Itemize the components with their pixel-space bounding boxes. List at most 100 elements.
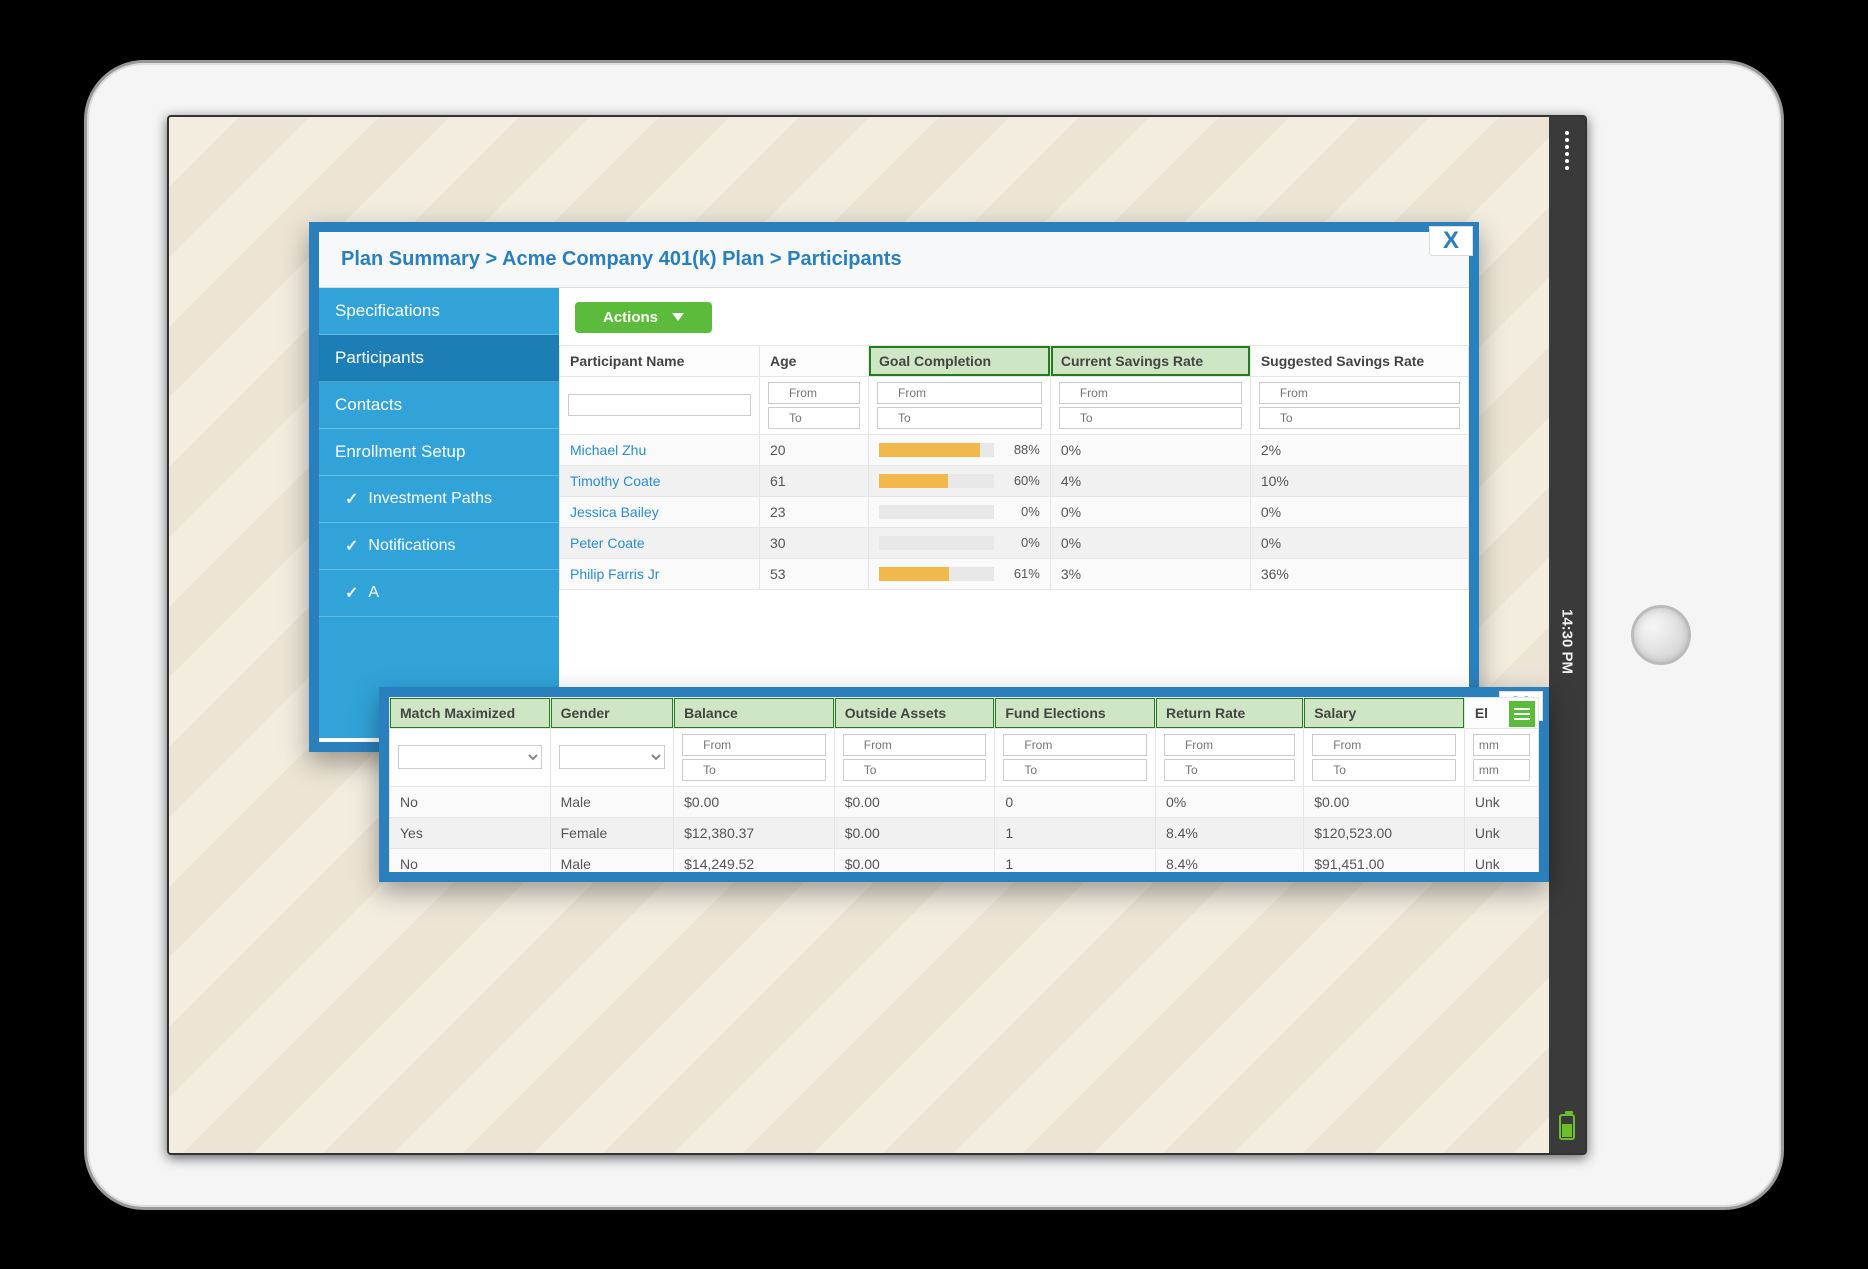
table-row: Peter Coate300%0%0% (560, 527, 1469, 558)
col-header-salary[interactable]: Salary (1304, 697, 1465, 728)
cell-fund: 0 (995, 786, 1156, 817)
filter-goal-from[interactable] (877, 382, 1042, 404)
cell-salary: $91,451.00 (1304, 848, 1465, 872)
cell-ssr: 2% (1250, 434, 1468, 465)
menu-button[interactable] (1509, 701, 1535, 727)
cell-csr: 0% (1050, 496, 1250, 527)
table-row: Michael Zhu2088%0%2% (560, 434, 1469, 465)
sidebar: Specifications Participants Contacts Enr… (319, 288, 559, 738)
cell-rr: 8.4% (1155, 817, 1303, 848)
cell-age: 23 (759, 496, 868, 527)
close-button[interactable]: X (1429, 226, 1473, 256)
main-panel: Actions Participant Name Age Goal Comple… (559, 288, 1469, 738)
cell-match: Yes (390, 817, 551, 848)
home-button[interactable] (1631, 605, 1691, 665)
check-icon (345, 489, 358, 509)
col-header-balance[interactable]: Balance (674, 697, 835, 728)
col-header-gender[interactable]: Gender (550, 697, 674, 728)
cell-goal: 0% (869, 496, 1051, 527)
sidebar-item-notifications[interactable]: Notifications (319, 523, 559, 570)
cell-csr: 4% (1050, 465, 1250, 496)
cell-el: Unk (1464, 817, 1538, 848)
cell-rr: 0% (1155, 786, 1303, 817)
breadcrumb[interactable]: Plan Summary > Acme Company 401(k) Plan … (319, 232, 1469, 288)
sidebar-item-label: Specifications (335, 301, 440, 321)
filter-gender-select[interactable] (559, 745, 666, 769)
participant-link[interactable]: Timothy Coate (570, 473, 661, 489)
sidebar-item-participants[interactable]: Participants (319, 335, 559, 382)
col-header-outside[interactable]: Outside Assets (834, 697, 995, 728)
col-header-ssr[interactable]: Suggested Savings Rate (1250, 345, 1468, 376)
sidebar-item-specifications[interactable]: Specifications (319, 288, 559, 335)
col-header-rr[interactable]: Return Rate (1155, 697, 1303, 728)
cell-goal: 88% (869, 434, 1051, 465)
filter-age-to[interactable] (768, 407, 860, 429)
col-header-match[interactable]: Match Maximized (390, 697, 551, 728)
filter-name-input[interactable] (568, 394, 751, 416)
col-header-fund[interactable]: Fund Elections (995, 697, 1156, 728)
sidebar-item-label: Notifications (368, 537, 455, 555)
participant-link[interactable]: Michael Zhu (570, 442, 646, 458)
sidebar-item-label: Contacts (335, 395, 402, 415)
sidebar-item-investment-paths[interactable]: Investment Paths (319, 476, 559, 523)
cell-goal: 60% (869, 465, 1051, 496)
sidebar-item-truncated[interactable]: A (319, 570, 559, 617)
filter-salary-to[interactable] (1312, 759, 1456, 781)
cell-goal: 0% (869, 527, 1051, 558)
caret-down-icon (672, 313, 684, 321)
table-row: NoMale$0.00$0.0000%$0.00Unk (390, 786, 1539, 817)
col-header-age[interactable]: Age (759, 345, 868, 376)
sidebar-item-label: Enrollment Setup (335, 442, 465, 462)
filter-el-to[interactable] (1473, 759, 1530, 781)
filter-rr-from[interactable] (1164, 734, 1295, 756)
filter-csr-from[interactable] (1059, 382, 1242, 404)
cell-ssr: 0% (1250, 527, 1468, 558)
cell-rr: 8.4% (1155, 848, 1303, 872)
filter-match-select[interactable] (398, 745, 542, 769)
cell-salary: $0.00 (1304, 786, 1465, 817)
cell-csr: 3% (1050, 558, 1250, 589)
col-header-name[interactable]: Participant Name (560, 345, 760, 376)
status-indicator-icon (1565, 131, 1569, 170)
filter-salary-from[interactable] (1312, 734, 1456, 756)
actions-button[interactable]: Actions (575, 302, 712, 333)
filter-fund-to[interactable] (1003, 759, 1147, 781)
filter-el-from[interactable] (1473, 734, 1530, 756)
filter-fund-from[interactable] (1003, 734, 1147, 756)
cell-csr: 0% (1050, 527, 1250, 558)
cell-age: 61 (759, 465, 868, 496)
filter-ssr-from[interactable] (1259, 382, 1460, 404)
cell-csr: 0% (1050, 434, 1250, 465)
participant-link[interactable]: Peter Coate (570, 535, 645, 551)
cell-gender: Male (550, 848, 674, 872)
filter-rr-to[interactable] (1164, 759, 1295, 781)
check-icon (345, 583, 358, 603)
status-time: 14:30 PM (1559, 609, 1576, 674)
filter-outside-to[interactable] (843, 759, 987, 781)
filter-goal-to[interactable] (877, 407, 1042, 429)
filter-outside-from[interactable] (843, 734, 987, 756)
table-row: YesFemale$12,380.37$0.0018.4%$120,523.00… (390, 817, 1539, 848)
filter-csr-to[interactable] (1059, 407, 1242, 429)
cell-balance: $12,380.37 (674, 817, 835, 848)
sidebar-item-label: A (368, 584, 379, 602)
cell-fund: 1 (995, 848, 1156, 872)
sidebar-item-label: Participants (335, 348, 424, 368)
cell-outside: $0.00 (834, 786, 995, 817)
filter-ssr-to[interactable] (1259, 407, 1460, 429)
filter-balance-to[interactable] (682, 759, 826, 781)
sidebar-item-enrollment-setup[interactable]: Enrollment Setup (319, 429, 559, 476)
participant-link[interactable]: Jessica Bailey (570, 504, 659, 520)
participant-link[interactable]: Philip Farris Jr (570, 566, 659, 582)
table-row: Jessica Bailey230%0%0% (560, 496, 1469, 527)
sidebar-item-contacts[interactable]: Contacts (319, 382, 559, 429)
col-header-goal[interactable]: Goal Completion (869, 345, 1051, 376)
cell-balance: $0.00 (674, 786, 835, 817)
filter-balance-from[interactable] (682, 734, 826, 756)
cell-age: 30 (759, 527, 868, 558)
cell-salary: $120,523.00 (1304, 817, 1465, 848)
sidebar-item-label: Investment Paths (368, 490, 492, 508)
filter-age-from[interactable] (768, 382, 860, 404)
cell-goal: 61% (869, 558, 1051, 589)
col-header-csr[interactable]: Current Savings Rate (1050, 345, 1250, 376)
